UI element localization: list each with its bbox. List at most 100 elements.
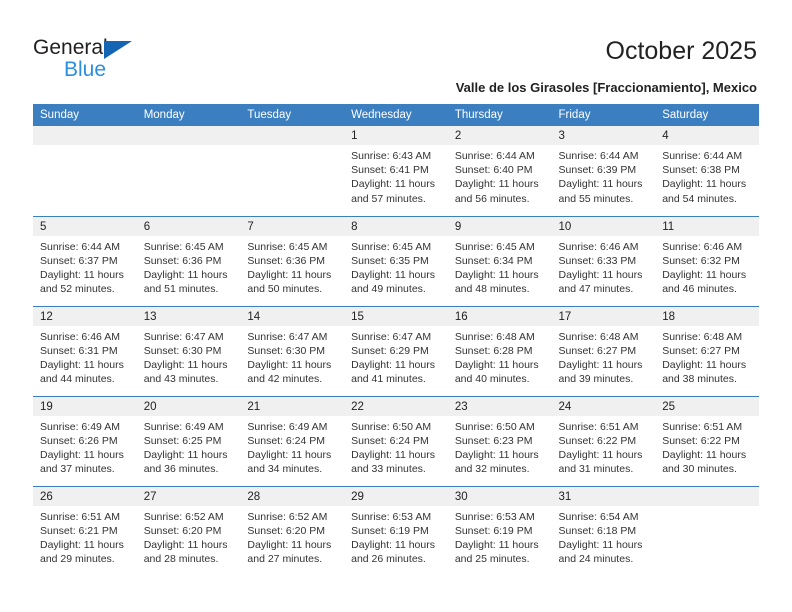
weekday-header-saturday: Saturday xyxy=(655,104,759,126)
day-detail-sunrise: Sunrise: 6:49 AM xyxy=(247,420,328,433)
day-number: 10 xyxy=(551,216,656,236)
day-cell-content: 11 Sunrise: 6:46 AM Sunset: 6:32 PM Dayligh… xyxy=(655,216,759,306)
day-detail-daylight-line2: and 57 minutes. xyxy=(351,192,426,205)
day-detail-sunrise: Sunrise: 6:47 AM xyxy=(143,330,224,343)
day-detail-sunrise: Sunrise: 6:47 AM xyxy=(351,330,432,343)
day-cell-content: 4 Sunrise: 6:44 AM Sunset: 6:38 PM Daylight… xyxy=(655,126,759,216)
day-detail-daylight-line2: and 43 minutes. xyxy=(143,373,219,386)
calendar-day-cell[interactable]: 24 Sunrise: 6:51 AM Sunset: 6:22 PM Dayligh… xyxy=(551,395,656,486)
day-detail-sunrise: Sunrise: 6:45 AM xyxy=(454,240,535,253)
page-title: October 2025 xyxy=(605,37,758,65)
day-details: Sunrise: 6:43 AM Sunset: 6:41 PM Daylight:… xyxy=(344,145,448,206)
day-cell-content: 31 Sunrise: 6:54 AM Sunset: 6:18 PM Dayligh… xyxy=(551,486,656,577)
day-cell-content: 14 Sunrise: 6:47 AM Sunset: 6:30 PM Dayligh… xyxy=(240,306,345,396)
calendar-day-cell[interactable] xyxy=(136,126,241,216)
calendar-day-cell[interactable]: 8 Sunrise: 6:45 AM Sunset: 6:35 PM Daylight… xyxy=(344,215,448,306)
day-details: Sunrise: 6:44 AM Sunset: 6:39 PM Daylight:… xyxy=(552,145,656,206)
day-detail-daylight-line2: and 46 minutes. xyxy=(662,283,737,296)
day-cell-content: 29 Sunrise: 6:53 AM Sunset: 6:19 PM Dayligh… xyxy=(344,486,448,577)
calendar-day-cell[interactable]: 16 Sunrise: 6:48 AM Sunset: 6:28 PM Dayligh… xyxy=(447,305,552,396)
calendar-day-cell[interactable]: 4 Sunrise: 6:44 AM Sunset: 6:38 PM Daylight… xyxy=(655,126,759,216)
day-details: Sunrise: 6:54 AM Sunset: 6:18 PM Daylight:… xyxy=(552,506,656,567)
day-details: Sunrise: 6:48 AM Sunset: 6:27 PM Daylight:… xyxy=(552,326,656,387)
day-details: Sunrise: 6:51 AM Sunset: 6:22 PM Daylight:… xyxy=(552,416,656,477)
day-number: 16 xyxy=(447,306,552,326)
day-detail-daylight-line1: Daylight: 11 hours xyxy=(558,268,643,281)
calendar-week-row: 5 Sunrise: 6:44 AM Sunset: 6:37 PM Daylight… xyxy=(33,215,759,306)
day-detail-daylight-line1: Daylight: 11 hours xyxy=(247,358,332,371)
day-details: Sunrise: 6:49 AM Sunset: 6:24 PM Daylight:… xyxy=(240,416,344,477)
day-cell-content: 8 Sunrise: 6:45 AM Sunset: 6:35 PM Daylight… xyxy=(344,216,448,306)
calendar-day-cell[interactable]: 20 Sunrise: 6:49 AM Sunset: 6:25 PM Dayligh… xyxy=(136,395,241,486)
day-detail-daylight-line2: and 30 minutes. xyxy=(662,463,737,476)
calendar-day-cell[interactable]: 28 Sunrise: 6:52 AM Sunset: 6:20 PM Dayligh… xyxy=(240,485,345,576)
day-detail-daylight-line1: Daylight: 11 hours xyxy=(40,358,124,371)
day-detail-daylight-line1: Daylight: 11 hours xyxy=(662,448,747,461)
day-detail-daylight-line2: and 40 minutes. xyxy=(454,373,530,386)
day-number: 8 xyxy=(344,216,448,236)
day-detail-daylight-line1: Daylight: 11 hours xyxy=(351,448,435,461)
calendar-day-cell[interactable]: 26 Sunrise: 6:51 AM Sunset: 6:21 PM Dayligh… xyxy=(33,485,137,576)
day-detail-sunset: Sunset: 6:18 PM xyxy=(558,524,637,537)
calendar-day-cell[interactable]: 30 Sunrise: 6:53 AM Sunset: 6:19 PM Dayligh… xyxy=(447,485,552,576)
day-detail-daylight-line2: and 49 minutes. xyxy=(351,283,426,296)
day-details: Sunrise: 6:52 AM Sunset: 6:20 PM Daylight:… xyxy=(240,506,344,567)
day-detail-sunrise: Sunrise: 6:51 AM xyxy=(662,420,743,433)
day-details: Sunrise: 6:47 AM Sunset: 6:30 PM Daylight:… xyxy=(137,326,241,387)
day-number: 7 xyxy=(240,216,345,236)
day-number: 30 xyxy=(447,486,552,506)
calendar-day-cell[interactable]: 18 Sunrise: 6:48 AM Sunset: 6:27 PM Dayligh… xyxy=(655,305,759,396)
calendar-day-cell[interactable]: 31 Sunrise: 6:54 AM Sunset: 6:18 PM Dayligh… xyxy=(551,485,656,577)
calendar-day-cell[interactable]: 15 Sunrise: 6:47 AM Sunset: 6:29 PM Dayligh… xyxy=(344,305,448,396)
day-detail-sunset: Sunset: 6:34 PM xyxy=(454,254,533,267)
calendar-day-cell[interactable]: 17 Sunrise: 6:48 AM Sunset: 6:27 PM Dayligh… xyxy=(551,305,656,396)
calendar-day-cell[interactable]: 7 Sunrise: 6:45 AM Sunset: 6:36 PM Daylight… xyxy=(240,215,345,306)
calendar-day-cell[interactable] xyxy=(655,485,759,577)
day-details: Sunrise: 6:49 AM Sunset: 6:26 PM Daylight:… xyxy=(33,416,137,477)
day-details: Sunrise: 6:44 AM Sunset: 6:40 PM Daylight:… xyxy=(448,145,552,206)
day-detail-daylight-line1: Daylight: 11 hours xyxy=(143,268,228,281)
calendar-day-cell[interactable]: 21 Sunrise: 6:49 AM Sunset: 6:24 PM Dayligh… xyxy=(240,395,345,486)
day-detail-daylight-line1: Daylight: 11 hours xyxy=(558,178,643,191)
day-detail-daylight-line2: and 48 minutes. xyxy=(454,283,530,296)
day-detail-sunset: Sunset: 6:19 PM xyxy=(351,524,429,537)
day-number: 5 xyxy=(33,216,137,236)
day-number: 2 xyxy=(447,126,552,145)
calendar-day-cell[interactable] xyxy=(33,126,137,216)
calendar-day-cell[interactable]: 5 Sunrise: 6:44 AM Sunset: 6:37 PM Daylight… xyxy=(33,215,137,306)
calendar-day-cell[interactable]: 13 Sunrise: 6:47 AM Sunset: 6:30 PM Dayligh… xyxy=(136,305,241,396)
calendar-day-cell[interactable]: 3 Sunrise: 6:44 AM Sunset: 6:39 PM Daylight… xyxy=(551,126,656,216)
calendar-day-cell[interactable] xyxy=(240,126,345,216)
day-number: 14 xyxy=(240,306,345,326)
calendar-day-cell[interactable]: 27 Sunrise: 6:52 AM Sunset: 6:20 PM Dayligh… xyxy=(136,485,241,576)
general-blue-logo[interactable]: General Blue xyxy=(33,36,213,82)
day-cell-content xyxy=(655,486,759,577)
calendar-day-cell[interactable]: 12 Sunrise: 6:46 AM Sunset: 6:31 PM Dayligh… xyxy=(33,305,137,396)
calendar-day-cell[interactable]: 6 Sunrise: 6:45 AM Sunset: 6:36 PM Daylight… xyxy=(136,215,241,306)
calendar-day-cell[interactable]: 11 Sunrise: 6:46 AM Sunset: 6:32 PM Dayligh… xyxy=(655,215,759,306)
day-details: Sunrise: 6:52 AM Sunset: 6:20 PM Daylight:… xyxy=(137,506,241,567)
day-detail-sunrise: Sunrise: 6:46 AM xyxy=(40,330,120,343)
calendar-day-cell[interactable]: 1 Sunrise: 6:43 AM Sunset: 6:41 PM Daylight… xyxy=(344,126,448,216)
calendar-day-cell[interactable]: 29 Sunrise: 6:53 AM Sunset: 6:19 PM Dayligh… xyxy=(344,485,448,577)
calendar-day-cell[interactable]: 19 Sunrise: 6:49 AM Sunset: 6:26 PM Dayligh… xyxy=(33,395,137,486)
day-details: Sunrise: 6:45 AM Sunset: 6:34 PM Daylight:… xyxy=(448,236,552,297)
calendar-day-cell[interactable]: 14 Sunrise: 6:47 AM Sunset: 6:30 PM Dayligh… xyxy=(240,305,345,396)
day-detail-sunset: Sunset: 6:22 PM xyxy=(558,434,637,447)
day-detail-daylight-line2: and 34 minutes. xyxy=(247,463,323,476)
day-detail-daylight-line2: and 32 minutes. xyxy=(454,463,530,476)
day-number: 24 xyxy=(551,396,656,416)
day-detail-sunrise: Sunrise: 6:48 AM xyxy=(662,330,743,343)
calendar-day-cell[interactable]: 22 Sunrise: 6:50 AM Sunset: 6:24 PM Dayligh… xyxy=(344,395,448,486)
day-cell-content: 25 Sunrise: 6:51 AM Sunset: 6:22 PM Dayligh… xyxy=(655,396,759,486)
weekday-header-monday: Monday xyxy=(136,104,241,126)
day-number: 11 xyxy=(655,216,759,236)
day-number xyxy=(136,126,241,145)
day-details xyxy=(655,506,759,510)
calendar-day-cell[interactable]: 9 Sunrise: 6:45 AM Sunset: 6:34 PM Daylight… xyxy=(447,215,552,306)
calendar-day-cell[interactable]: 10 Sunrise: 6:46 AM Sunset: 6:33 PM Dayligh… xyxy=(551,215,656,306)
day-number: 9 xyxy=(447,216,552,236)
calendar-day-cell[interactable]: 23 Sunrise: 6:50 AM Sunset: 6:23 PM Dayligh… xyxy=(447,395,552,486)
calendar-day-cell[interactable]: 25 Sunrise: 6:51 AM Sunset: 6:22 PM Dayligh… xyxy=(655,395,759,486)
calendar-day-cell[interactable]: 2 Sunrise: 6:44 AM Sunset: 6:40 PM Daylight… xyxy=(447,126,552,216)
